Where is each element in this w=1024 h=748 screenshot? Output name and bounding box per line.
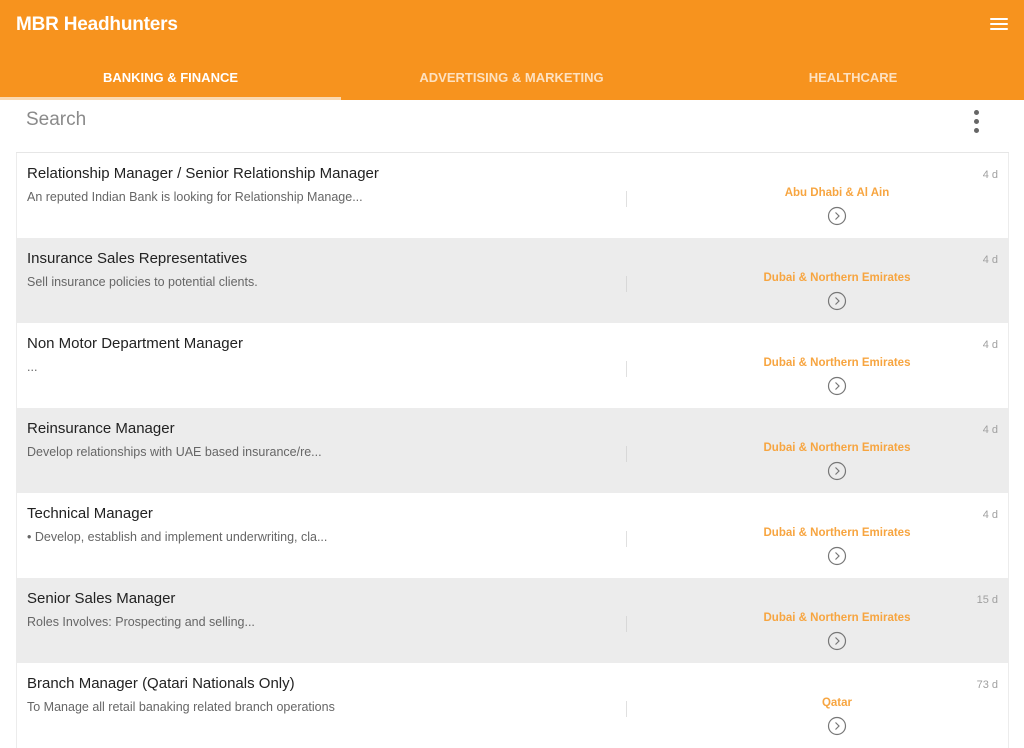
more-vertical-icon[interactable]	[974, 110, 980, 134]
job-description: • Develop, establish and implement under…	[27, 530, 328, 544]
tab-banking-finance[interactable]: BANKING & FINANCE	[0, 60, 341, 100]
job-title: Relationship Manager / Senior Relationsh…	[27, 165, 379, 182]
chevron-right-circle-icon[interactable]	[827, 206, 847, 226]
job-location: Abu Dhabi & Al Ain	[784, 187, 890, 199]
job-list: Relationship Manager / Senior Relationsh…	[16, 152, 1009, 748]
job-list-item[interactable]: Branch Manager (Qatari Nationals Only) To…	[16, 663, 1009, 748]
job-location: Qatar	[821, 697, 853, 709]
job-location: Dubai & Northern Emirates	[763, 612, 911, 624]
job-list-item[interactable]: Relationship Manager / Senior Relationsh…	[16, 153, 1009, 238]
job-description: ...	[27, 360, 38, 374]
tab-advertising-marketing[interactable]: ADVERTISING & MARKETING	[341, 60, 682, 100]
chevron-right-circle-icon[interactable]	[827, 546, 847, 566]
divider	[626, 701, 627, 717]
category-tabs: BANKING & FINANCE ADVERTISING & MARKETIN…	[0, 60, 1024, 100]
job-description: Develop relationships with UAE based ins…	[27, 445, 322, 459]
posted-age: 4 d	[982, 254, 998, 266]
divider	[626, 191, 627, 207]
job-description: Sell insurance policies to potential cli…	[27, 275, 258, 289]
posted-age: 4 d	[982, 169, 998, 181]
job-title: Non Motor Department Manager	[27, 335, 243, 352]
job-title: Branch Manager (Qatari Nationals Only)	[27, 675, 295, 692]
posted-age: 4 d	[982, 509, 998, 521]
app-bar: MBR Headhunters BANKING & FINANCE ADVERT…	[0, 0, 1024, 100]
divider	[626, 616, 627, 632]
job-description: An reputed Indian Bank is looking for Re…	[27, 190, 363, 204]
chevron-right-circle-icon[interactable]	[827, 291, 847, 311]
job-location: Dubai & Northern Emirates	[763, 272, 911, 284]
job-location: Dubai & Northern Emirates	[763, 442, 911, 454]
job-title: Insurance Sales Representatives	[27, 250, 248, 267]
divider	[626, 446, 627, 462]
job-list-item[interactable]: Non Motor Department Manager... Dubai & N…	[16, 323, 1009, 408]
job-title: Senior Sales Manager	[27, 590, 176, 607]
search-bar	[0, 100, 1024, 140]
tab-healthcare[interactable]: HEALTHCARE	[682, 60, 1024, 100]
posted-age: 4 d	[982, 424, 998, 436]
chevron-right-circle-icon[interactable]	[827, 631, 847, 651]
chevron-right-circle-icon[interactable]	[827, 376, 847, 396]
chevron-right-circle-icon[interactable]	[827, 716, 847, 736]
job-title: Technical Manager	[27, 505, 153, 522]
posted-age: 15 d	[976, 594, 998, 606]
job-description: Roles Involves: Prospecting and selling.…	[27, 615, 255, 629]
app-title: MBR Headhunters	[16, 14, 178, 35]
divider	[626, 276, 627, 292]
job-list-item[interactable]: Insurance Sales Representatives Sell insu…	[16, 238, 1009, 323]
divider	[626, 361, 627, 377]
divider	[626, 531, 627, 547]
job-location: Dubai & Northern Emirates	[763, 527, 911, 539]
job-list-item[interactable]: Reinsurance Manager Develop relationships…	[16, 408, 1009, 493]
posted-age: 4 d	[982, 339, 998, 351]
job-title: Reinsurance Manager	[27, 420, 175, 437]
job-list-item[interactable]: Technical Manager • Develop, establish an…	[16, 493, 1009, 578]
job-location: Dubai & Northern Emirates	[763, 357, 911, 369]
job-list-item[interactable]: Senior Sales Manager Roles Involves: Pros…	[16, 578, 1009, 663]
posted-age: 73 d	[976, 679, 998, 691]
search-input[interactable]	[16, 104, 916, 136]
chevron-right-circle-icon[interactable]	[827, 461, 847, 481]
job-description: To Manage all retail banaking related br…	[27, 700, 335, 714]
hamburger-menu-icon[interactable]	[990, 18, 1008, 32]
